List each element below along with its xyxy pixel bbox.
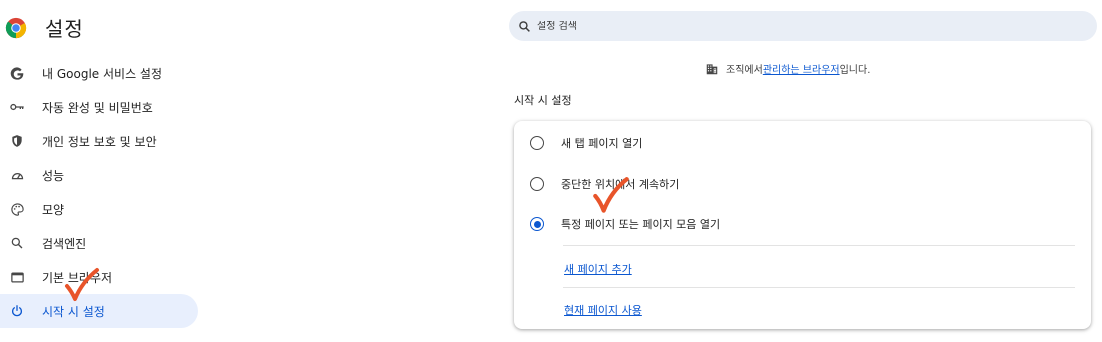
add-new-page-link[interactable]: 새 페이지 추가 [564, 261, 632, 277]
speedometer-icon [8, 166, 26, 184]
sidebar-item-label: 검색엔진 [42, 236, 87, 251]
managed-notice-prefix: 조직에서 [726, 65, 763, 76]
browser-window-icon [8, 268, 26, 286]
option-label: 특정 페이지 또는 페이지 모음 열기 [561, 218, 721, 231]
sidebar-item-autofill[interactable]: 자동 완성 및 비밀번호 [0, 90, 198, 124]
search-input[interactable] [537, 20, 1037, 32]
section-title: 시작 시 설정 [514, 94, 572, 107]
key-icon [8, 98, 26, 116]
option-specific-pages[interactable]: 특정 페이지 또는 페이지 모음 열기 [530, 216, 720, 232]
google-icon [8, 64, 26, 82]
palette-icon [8, 200, 26, 218]
sidebar-item-google-services[interactable]: 내 Google 서비스 설정 [0, 56, 198, 90]
startup-options-card: 새 탭 페이지 열기 중단한 위치에서 계속하기 특정 페이지 또는 페이지 모… [514, 121, 1091, 329]
sidebar-item-privacy[interactable]: 개인 정보 보호 및 보안 [0, 124, 198, 158]
sidebar: 설정 내 Google 서비스 설정 자동 완성 및 비밀번호 개인 정보 보호… [0, 0, 205, 342]
sidebar-item-label: 모양 [42, 202, 65, 217]
search-icon [519, 20, 530, 32]
managed-browser-link[interactable]: 관리하는 브라우저 [763, 61, 840, 76]
divider [563, 245, 1075, 246]
sidebar-item-label: 성능 [42, 168, 65, 183]
sidebar-item-label: 개인 정보 보호 및 보안 [42, 134, 157, 149]
building-icon [706, 63, 718, 74]
radio-button[interactable] [530, 136, 544, 150]
settings-title: 설정 [45, 17, 84, 41]
divider [563, 287, 1075, 288]
managed-notice-suffix: 입니다. [839, 65, 871, 76]
managed-browser-notice: 조직에서 관리하는 브라우저 입니다. [705, 61, 870, 76]
search-icon [8, 234, 26, 252]
sidebar-item-label: 내 Google 서비스 설정 [42, 66, 163, 81]
checkmark-annotation-icon [65, 268, 99, 301]
option-label: 새 탭 페이지 열기 [561, 137, 643, 150]
settings-search-bar[interactable] [509, 11, 1097, 41]
brand: 설정 [5, 13, 84, 42]
sidebar-item-search-engine[interactable]: 검색엔진 [0, 226, 198, 260]
radio-button[interactable] [530, 177, 544, 191]
sidebar-item-label: 자동 완성 및 비밀번호 [42, 100, 153, 115]
power-icon [8, 302, 26, 320]
option-new-tab[interactable]: 새 탭 페이지 열기 [530, 135, 642, 151]
checkmark-annotation-icon [593, 177, 629, 213]
radio-button-selected[interactable] [530, 217, 544, 231]
chrome-logo-icon [5, 17, 27, 38]
sidebar-item-performance[interactable]: 성능 [0, 158, 198, 192]
sidebar-item-appearance[interactable]: 모양 [0, 192, 198, 226]
use-current-pages-link[interactable]: 현재 페이지 사용 [564, 302, 642, 318]
shield-icon [8, 132, 26, 150]
